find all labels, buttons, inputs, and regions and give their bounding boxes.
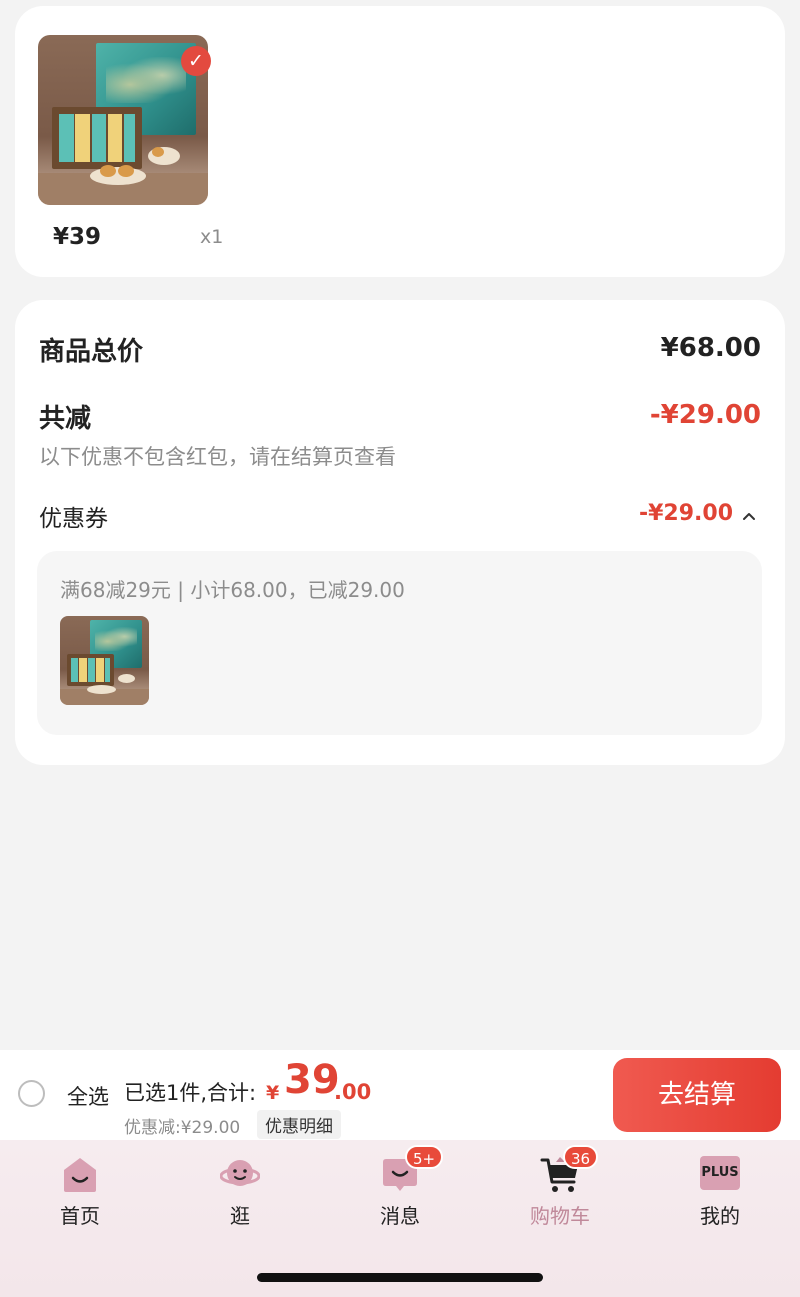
discount-detail-button[interactable]: 优惠明细	[257, 1110, 341, 1139]
tab-explore-label: 逛	[230, 1204, 250, 1228]
item-quantity[interactable]: x1	[200, 226, 223, 248]
tab-messages-label: 消息	[380, 1204, 420, 1228]
tab-profile-label: 我的	[700, 1204, 740, 1228]
bottom-tab-bar: 首页 逛 5+ 消息 36 购物车 PLUS 我的	[0, 1140, 800, 1297]
cart-badge: 36	[563, 1145, 599, 1169]
total-amount-integer: 39	[284, 1057, 340, 1103]
chevron-up-icon[interactable]	[741, 508, 757, 524]
item-price: ¥39	[53, 224, 102, 250]
messages-badge: 5+	[405, 1145, 444, 1169]
price-summary-card: 商品总价 ¥68.00 共减 -¥29.00 以下优惠不包含红包，请在结算页查看…	[15, 300, 785, 765]
discount-note: 以下优惠不包含红包，请在结算页查看	[39, 445, 396, 469]
total-currency: ¥	[266, 1082, 280, 1104]
plus-member-icon: PLUS	[700, 1156, 740, 1190]
discount-amount-text: 优惠减:¥29.00	[124, 1118, 241, 1138]
checkout-bar: 全选 已选1件,合计: ¥ 39 .00 优惠减:¥29.00 优惠明细 去结算	[0, 1050, 800, 1140]
tab-cart-label: 购物车	[530, 1204, 590, 1228]
coupon-product-thumbnail[interactable]	[60, 616, 149, 705]
coupon-value[interactable]: -¥29.00	[639, 501, 733, 526]
select-all-label[interactable]: 全选	[67, 1081, 109, 1111]
checkout-button[interactable]: 去结算	[613, 1058, 781, 1132]
discount-value: -¥29.00	[649, 400, 761, 430]
total-amount-decimal: .00	[334, 1080, 372, 1104]
selected-check-icon[interactable]: ✓	[181, 46, 211, 76]
tab-messages[interactable]: 5+ 消息	[320, 1140, 480, 1250]
tab-explore[interactable]: 逛	[160, 1140, 320, 1250]
cart-item-card: ✓ ¥39 x1	[15, 6, 785, 277]
tab-cart[interactable]: 36 购物车	[480, 1140, 640, 1250]
home-icon	[64, 1158, 96, 1192]
planet-icon	[220, 1160, 260, 1186]
coupon-detail-box: 满68减29元 | 小计68.00，已减29.00	[37, 551, 762, 735]
discount-label: 共减	[39, 404, 92, 434]
coupon-detail-text: 满68减29元 | 小计68.00，已减29.00	[60, 578, 405, 602]
tab-home-label: 首页	[60, 1204, 100, 1228]
coupon-label[interactable]: 优惠券	[39, 499, 108, 533]
total-price-value: ¥68.00	[660, 333, 761, 363]
selected-count-text: 已选1件,合计:	[124, 1081, 257, 1105]
select-all-radio[interactable]	[18, 1080, 45, 1107]
home-indicator	[257, 1273, 543, 1282]
total-price-label: 商品总价	[39, 337, 144, 367]
tab-profile[interactable]: PLUS 我的	[640, 1140, 800, 1250]
tab-home[interactable]: 首页	[0, 1140, 160, 1250]
